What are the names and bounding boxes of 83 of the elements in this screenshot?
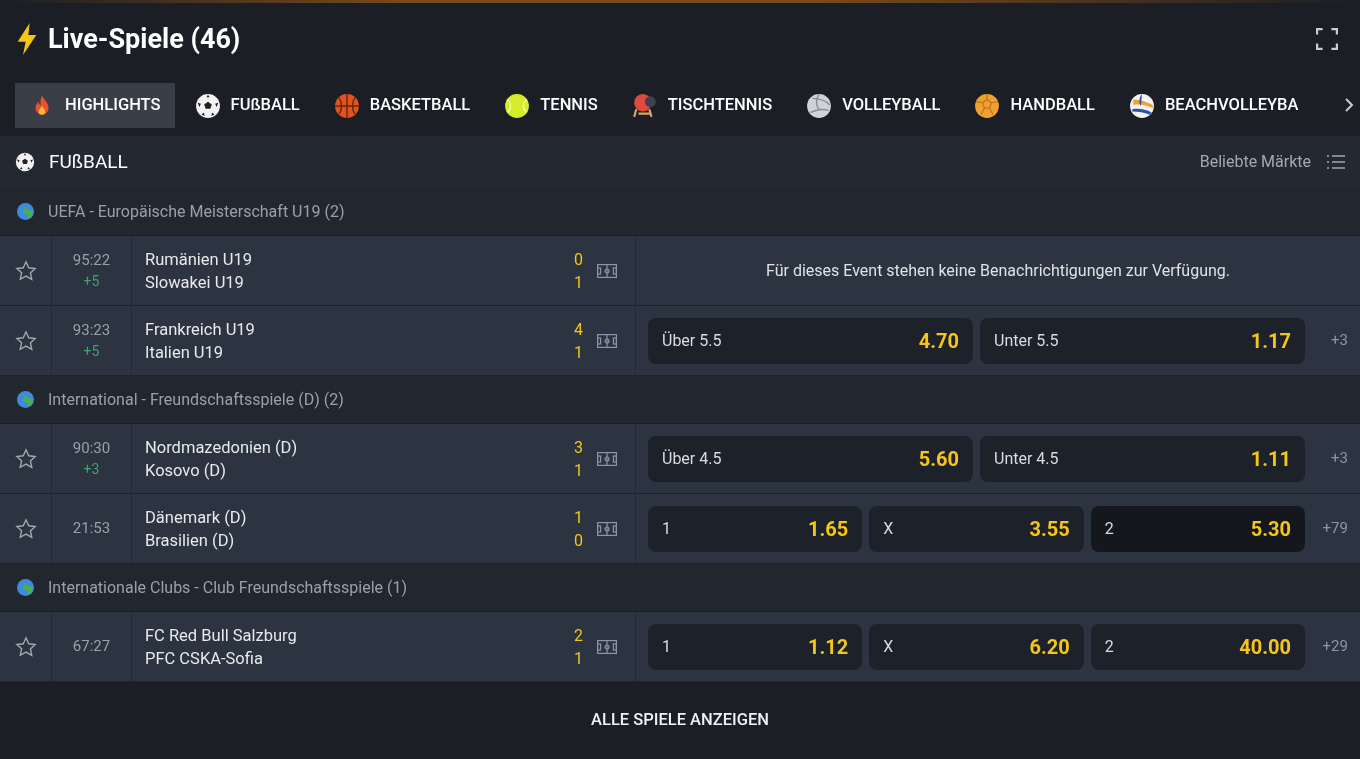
odds-button[interactable]: X 3.55 [869, 505, 1084, 552]
beach-volleyball-icon [1128, 92, 1155, 119]
list-icon[interactable] [1327, 155, 1345, 169]
team-name[interactable]: PFC CSKA-Sofia [145, 646, 574, 670]
fullscreen-icon[interactable] [1316, 28, 1338, 50]
odds-button[interactable]: Über 5.5 4.70 [648, 317, 973, 364]
odds-button[interactable]: 1 1.12 [648, 623, 863, 670]
show-all-games-link[interactable]: ALLE SPIELE ANZEIGEN [591, 708, 769, 733]
odds-button[interactable]: 2 40.00 [1090, 623, 1305, 670]
added-time: +5 [83, 341, 100, 361]
league-title[interactable]: International - Freundschaftsspiele (D) (2) [48, 387, 344, 412]
star-icon[interactable] [14, 517, 37, 540]
sport-tab[interactable]: HIGHLIGHTS [15, 83, 175, 128]
sport-tab[interactable]: VOLLEYBALL [792, 83, 955, 128]
table-tennis-icon [631, 92, 658, 119]
score: 1 [574, 459, 583, 482]
volleyball-icon [806, 92, 833, 119]
sport-tab[interactable]: TENNIS [490, 83, 612, 128]
more-markets-link[interactable]: +79 [1312, 517, 1348, 540]
added-time: +3 [83, 459, 100, 479]
globe-icon [17, 203, 34, 220]
added-time: +5 [83, 271, 100, 291]
section-title: FUßBALL [49, 148, 128, 175]
soccer-ball-icon [15, 152, 35, 172]
more-markets-link[interactable]: +29 [1312, 635, 1348, 658]
team-name[interactable]: Italien U19 [145, 340, 574, 364]
odds-button[interactable]: Über 4.5 5.60 [648, 435, 973, 482]
pitch-icon[interactable] [597, 521, 617, 536]
league-title[interactable]: Internationale Clubs - Club Freundschaftsspiele (1) [48, 575, 408, 600]
pitch-icon[interactable] [597, 263, 617, 278]
sport-tab[interactable]: BASKETBALL [319, 83, 485, 128]
no-notifications-message: Für dieses Event stehen keine Benachrichtigungen zur Verfügung. [765, 259, 1231, 282]
team-name[interactable]: FC Red Bull Salzburg [145, 623, 574, 647]
globe-icon [17, 579, 34, 596]
pitch-icon[interactable] [597, 333, 617, 348]
handball-icon [974, 92, 1001, 119]
pitch-icon[interactable] [597, 639, 617, 654]
odds-button[interactable]: 1 1.65 [648, 505, 863, 552]
team-name[interactable]: Nordmazedonien (D) [145, 435, 574, 459]
score: 1 [574, 341, 583, 364]
soccer-ball-icon [194, 92, 221, 119]
score: 3 [574, 436, 583, 459]
team-name[interactable]: Dänemark (D) [145, 505, 574, 529]
score: 2 [574, 624, 583, 647]
star-icon[interactable] [14, 329, 37, 352]
match-time: 95:22 [72, 249, 111, 271]
odds-button[interactable]: X 6.20 [869, 623, 1084, 670]
lightning-icon [16, 23, 38, 55]
chevron-right-icon[interactable] [1344, 97, 1354, 113]
team-name[interactable]: Rumänien U19 [145, 247, 574, 271]
basketball-icon [333, 92, 360, 119]
team-name[interactable]: Frankreich U19 [145, 317, 574, 341]
team-name[interactable]: Kosovo (D) [145, 458, 574, 482]
odds-button[interactable]: 2 5.30 [1090, 505, 1305, 552]
match-time: 93:23 [72, 319, 111, 341]
match-time: 21:53 [72, 518, 111, 539]
more-markets-link[interactable]: +3 [1312, 447, 1348, 470]
odds-button[interactable]: Unter 4.5 1.11 [980, 435, 1305, 482]
score: 1 [574, 506, 583, 529]
score: 0 [574, 529, 583, 552]
score: 1 [574, 647, 583, 670]
sport-tab[interactable]: HANDBALL [960, 83, 1109, 128]
score: 0 [574, 248, 583, 271]
tennis-ball-icon [504, 92, 531, 119]
team-name[interactable]: Slowakei U19 [145, 270, 574, 294]
odds-button[interactable]: Unter 5.5 1.17 [980, 317, 1305, 364]
sport-tab[interactable]: FUßBALL [180, 83, 314, 128]
star-icon[interactable] [14, 259, 37, 282]
score: 4 [574, 318, 583, 341]
team-name[interactable]: Brasilien (D) [145, 528, 574, 552]
match-time: 90:30 [72, 437, 111, 459]
pitch-icon[interactable] [597, 451, 617, 466]
star-icon[interactable] [14, 635, 37, 658]
league-title[interactable]: UEFA - Europäische Meisterschaft U19 (2) [48, 199, 345, 224]
globe-icon [17, 391, 34, 408]
star-icon[interactable] [14, 447, 37, 470]
match-time: 67:27 [72, 636, 111, 657]
more-markets-link[interactable]: +3 [1312, 329, 1348, 352]
page-title: Live-Spiele (46) [48, 21, 241, 57]
sport-tab[interactable]: BEACHVOLLEYBA [1114, 83, 1313, 128]
markets-label[interactable]: Beliebte Märkte [1199, 150, 1311, 174]
score: 1 [574, 271, 583, 294]
sport-tab[interactable]: TISCHTENNIS [617, 83, 787, 128]
